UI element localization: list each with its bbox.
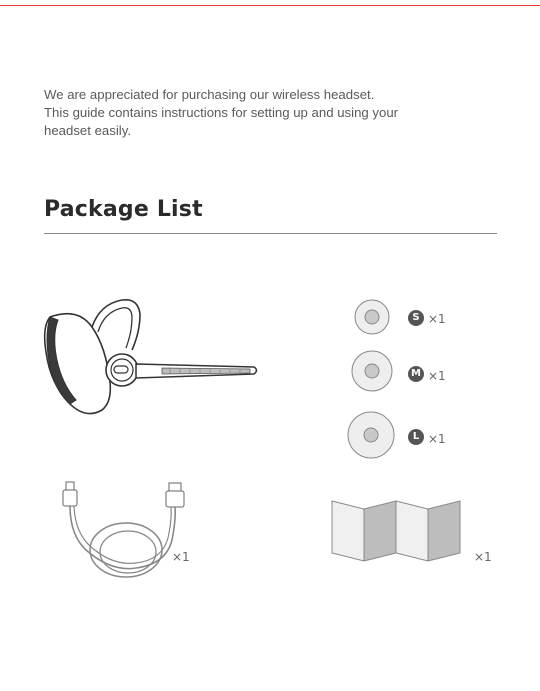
intro-line-3: headset easily. <box>44 123 131 138</box>
bluetooth-headset-illustration <box>43 298 258 415</box>
usb-cable-illustration <box>62 481 185 578</box>
eartip-small-icon <box>354 299 390 335</box>
eartip-large-qty: ×1 <box>428 432 446 446</box>
size-m-badge: M <box>408 366 424 382</box>
section-title: Package List <box>44 197 203 222</box>
intro-line-2: This guide contains instructions for set… <box>44 105 399 120</box>
top-accent-rule <box>0 0 540 6</box>
intro-text: We are appreciated for purchasing our wi… <box>44 86 514 140</box>
eartip-large-icon <box>347 411 395 459</box>
size-l-badge: L <box>408 429 424 445</box>
cable-qty: ×1 <box>172 550 190 564</box>
eartip-small-qty: ×1 <box>428 312 446 326</box>
eartip-medium-qty: ×1 <box>428 369 446 383</box>
eartip-medium-icon <box>351 350 393 392</box>
folded-manual-illustration <box>331 500 461 562</box>
manual-qty: ×1 <box>474 550 492 564</box>
section-divider <box>44 233 497 234</box>
size-s-badge: S <box>408 310 424 326</box>
intro-line-1: We are appreciated for purchasing our wi… <box>44 87 375 102</box>
